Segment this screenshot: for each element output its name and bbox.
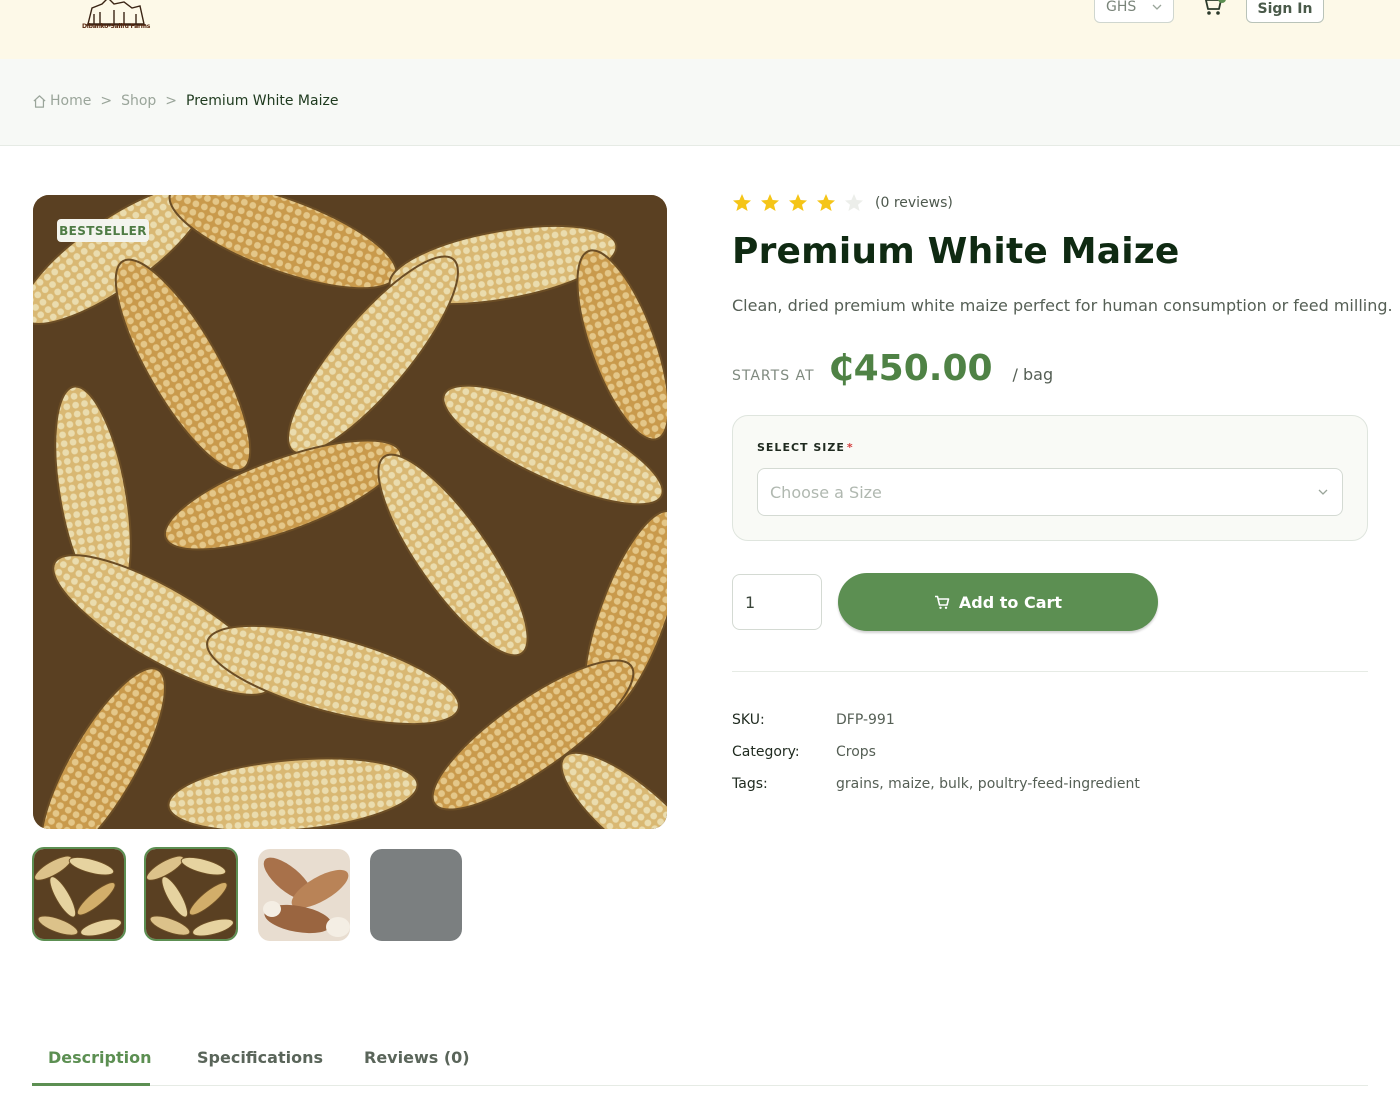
breadcrumb-separator: > — [100, 93, 113, 109]
product-tabs: Description Specifications Reviews (0) — [32, 1040, 1368, 1086]
cart-icon[interactable] — [1199, 0, 1223, 18]
currency-value: GHS — [1106, 0, 1137, 15]
product-title: Premium White Maize — [732, 231, 1180, 272]
product-rating: (0 reviews) — [732, 193, 953, 213]
size-selector-panel: SELECT SIZE * Choose a Size — [732, 415, 1368, 541]
size-select-placeholder: Choose a Size — [770, 483, 882, 502]
size-select[interactable]: Choose a Size — [757, 468, 1343, 516]
home-icon — [33, 94, 46, 108]
product-price: ₵450.00 — [828, 348, 993, 389]
cassava-thumbnail-image — [258, 849, 350, 941]
cart-icon — [934, 595, 950, 609]
logo-text: Dibanko-Salifu Farms — [82, 23, 151, 30]
breadcrumb-bar: Home > Shop > Premium White Maize — [0, 59, 1400, 146]
breadcrumb-shop[interactable]: Shop — [121, 93, 156, 109]
star-empty-icon — [845, 194, 863, 211]
sku-label: SKU: — [732, 712, 765, 728]
quantity-input[interactable]: 1 — [732, 574, 822, 630]
maize-image — [33, 195, 667, 829]
site-header: Dibanko-Salifu Farms GHS Sign In — [0, 0, 1400, 59]
tab-specifications[interactable]: Specifications — [197, 1048, 323, 1067]
thumbnail-3[interactable] — [258, 849, 350, 941]
star-filled-icon — [761, 194, 779, 211]
price-row: STARTS AT ₵450.00 / bag — [732, 348, 1053, 389]
thumbnail-1[interactable] — [32, 847, 126, 941]
add-to-cart-label: Add to Cart — [958, 592, 1063, 612]
star-filled-icon — [817, 194, 835, 211]
active-tab-indicator — [32, 1083, 150, 1086]
bestseller-badge: BESTSELLER — [57, 219, 149, 242]
sign-in-button[interactable]: Sign In — [1246, 0, 1324, 23]
product-description: Clean, dried premium white maize perfect… — [732, 296, 1393, 315]
breadcrumb-home[interactable]: Home — [50, 93, 91, 109]
tags-value[interactable]: grains, maize, bulk, poultry-feed-ingred… — [836, 776, 1140, 792]
category-value[interactable]: Crops — [836, 744, 876, 760]
tab-reviews[interactable]: Reviews (0) — [364, 1048, 470, 1067]
maize-thumbnail-image — [146, 849, 236, 939]
starts-at-label: STARTS AT — [732, 368, 815, 384]
star-filled-icon — [733, 194, 751, 211]
maize-thumbnail-image — [34, 849, 124, 939]
size-label: SELECT SIZE * — [757, 441, 854, 454]
currency-selector[interactable]: GHS — [1094, 0, 1174, 23]
required-mark: * — [846, 441, 854, 454]
tags-label: Tags: — [732, 776, 768, 792]
add-to-cart-button[interactable]: Add to Cart — [838, 573, 1158, 631]
divider — [732, 671, 1368, 672]
breadcrumb-separator: > — [165, 93, 178, 109]
breadcrumb: Home > Shop > Premium White Maize — [32, 93, 338, 109]
price-unit: / bag — [1012, 365, 1054, 384]
thumbnail-4[interactable] — [370, 849, 462, 941]
category-label: Category: — [732, 744, 800, 760]
breadcrumb-current: Premium White Maize — [186, 93, 339, 109]
sku-value: DFP-991 — [836, 712, 895, 728]
star-filled-icon — [789, 194, 807, 211]
reviews-count[interactable]: (0 reviews) — [875, 195, 953, 211]
chevron-down-icon — [1152, 4, 1162, 10]
tab-description[interactable]: Description — [48, 1048, 151, 1067]
chevron-down-icon — [1318, 489, 1328, 495]
cart-count-badge — [1218, 0, 1226, 3]
thumbnail-2[interactable] — [144, 847, 238, 941]
product-main-image[interactable] — [33, 195, 667, 829]
